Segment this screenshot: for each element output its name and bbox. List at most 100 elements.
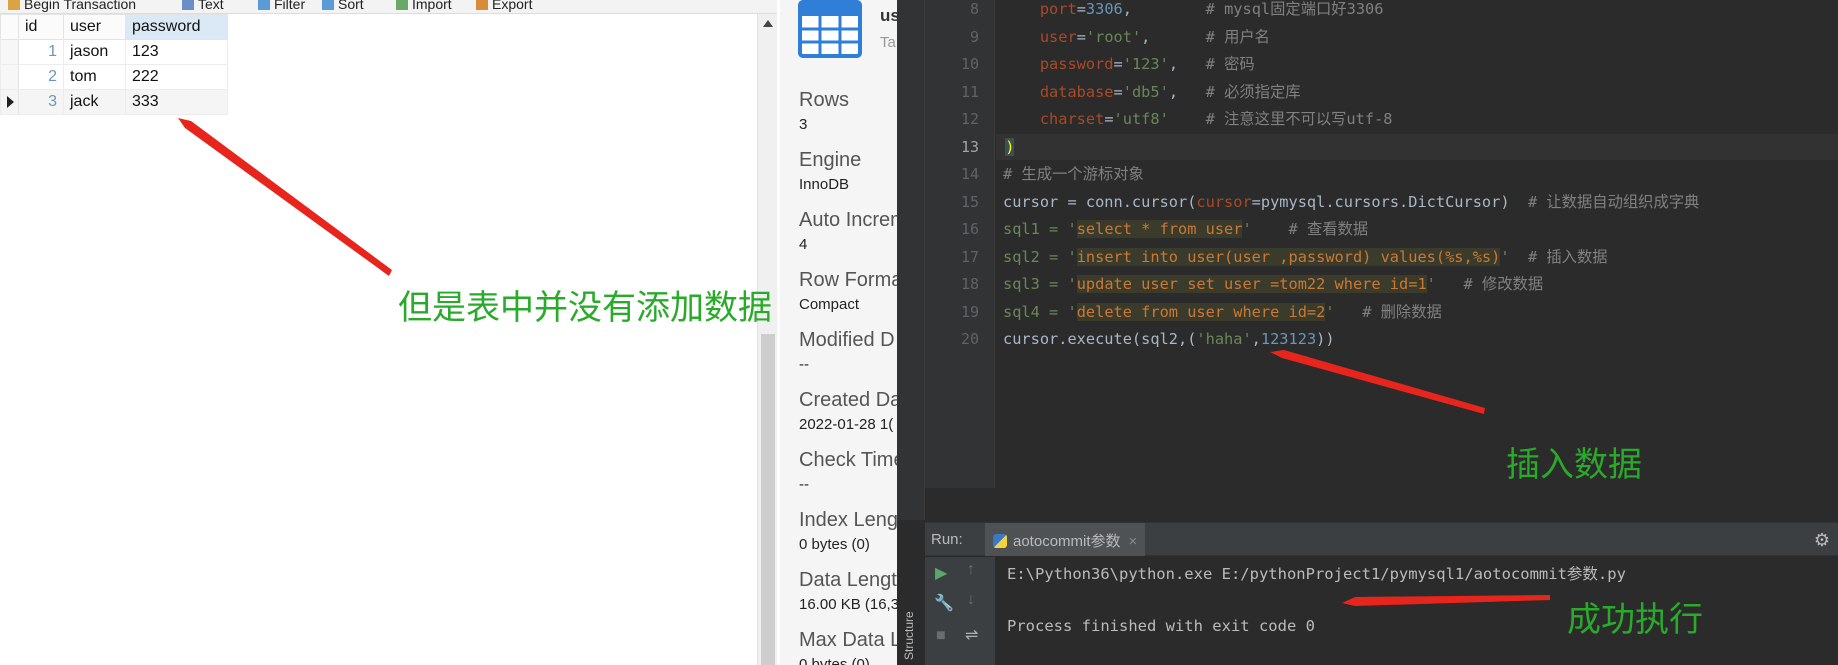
line-number-active: 13 [960, 138, 979, 156]
code-line: password='123', # 密码 [1039, 55, 1255, 73]
table-row-current[interactable]: 3 jack 333 [0, 89, 228, 115]
rerun-icon[interactable]: ▶ [935, 563, 947, 583]
cell-user[interactable]: tom [63, 64, 126, 90]
line-number: 12 [960, 110, 979, 128]
cell-password[interactable]: 333 [125, 89, 228, 115]
code-line: sql1 = 'select * from user' # 查看数据 [1003, 220, 1369, 238]
row-indicator [0, 89, 19, 115]
object-info-pane: us Ta Rows 3 Engine InnoDB Auto Increm 4… [780, 0, 900, 665]
sort-icon [322, 0, 334, 11]
console-line: Process finished with exit code 0 [1007, 617, 1315, 635]
run-panel-header: Run: aotocommit参数 × ⚙ [925, 522, 1838, 556]
arrow-down-icon[interactable]: ↓ [967, 591, 975, 609]
code-line: sql2 = 'insert into user(user ,password)… [1003, 248, 1608, 266]
stop-icon[interactable]: ■ [936, 627, 946, 645]
row-indicator [0, 64, 19, 90]
code-editor[interactable]: port=3306, # mysql固定端口好3306 user='root',… [996, 0, 1838, 488]
structure-tool-tab[interactable]: Structure [900, 580, 920, 660]
scroll-up-icon[interactable] [763, 20, 773, 27]
prop-value-rows: 3 [799, 116, 808, 133]
code-line-current: ) [996, 134, 1838, 160]
prop-label-engine: Engine [799, 149, 862, 171]
run-tab-aotocommit[interactable]: aotocommit参数 × [985, 523, 1146, 556]
filter-button[interactable]: Filter [258, 0, 305, 14]
prop-value-row-format: Compact [799, 296, 860, 313]
begin-transaction-button[interactable]: Begin Transaction [8, 0, 136, 14]
table-row[interactable]: 2 tom 222 [0, 64, 228, 90]
column-header-user[interactable]: user [63, 14, 126, 40]
prop-label-max-data-length: Max Data L [799, 629, 900, 651]
cell-id[interactable]: 3 [18, 89, 64, 115]
code-line: port=3306, # mysql固定端口好3306 [1039, 0, 1384, 18]
gear-icon[interactable]: ⚙ [1814, 530, 1830, 551]
prop-label-rows: Rows [799, 89, 850, 111]
prop-value-modified-date: -- [799, 356, 809, 373]
prop-value-auto-increment: 4 [799, 236, 808, 253]
annotation-no-data: 但是表中并没有添加数据 [398, 288, 772, 328]
line-number: 19 [960, 303, 979, 321]
run-toolbar: ▶ ↑ 🔧 ↓ ■ ⇌ [925, 557, 995, 665]
annotation-insert: 插入数据 [1506, 445, 1642, 485]
prop-value-engine: InnoDB [799, 176, 850, 193]
line-number: 18 [960, 275, 979, 293]
column-header-password[interactable]: password [125, 14, 228, 40]
wrench-icon[interactable]: 🔧 [934, 593, 954, 613]
line-number: 17 [960, 248, 979, 266]
prop-value-index-length: 0 bytes (0) [799, 536, 870, 553]
line-number: 9 [969, 28, 979, 46]
line-number: 10 [960, 55, 979, 73]
scrollbar-thumb[interactable] [761, 334, 775, 665]
column-header-id[interactable]: id [18, 14, 64, 40]
code-line: sql4 = 'delete from user where id=2' # 删… [1003, 303, 1442, 321]
ide-window: 8 9 10 11 12 13 14 15 16 17 18 19 20 por… [897, 0, 1838, 665]
line-number: 8 [969, 0, 979, 18]
ide-tool-strip [897, 0, 925, 520]
transaction-icon [8, 0, 20, 11]
code-line: cursor = conn.cursor(cursor=pymysql.curs… [1003, 193, 1700, 211]
line-number: 16 [960, 220, 979, 238]
code-line: charset='utf8' # 注意这里不可以写utf-8 [1039, 110, 1393, 128]
cell-user[interactable]: jason [63, 39, 126, 65]
annotation-success: 成功执行 [1567, 600, 1703, 640]
python-file-icon [993, 534, 1007, 548]
row-indicator [0, 39, 19, 65]
soft-wrap-icon[interactable]: ⇌ [965, 625, 978, 645]
prop-label-check-time: Check Time [799, 449, 900, 471]
cell-password[interactable]: 123 [125, 39, 228, 65]
prop-label-created-date: Created Dat [799, 389, 900, 411]
cell-user[interactable]: jack [63, 89, 126, 115]
console-output[interactable]: E:\Python36\python.exe E:/pythonProject1… [1007, 557, 1837, 665]
line-number: 20 [960, 330, 979, 348]
cell-id[interactable]: 2 [18, 64, 64, 90]
sort-button[interactable]: Sort [322, 0, 364, 14]
line-number: 14 [960, 165, 979, 183]
table-row[interactable]: 1 jason 123 [0, 39, 228, 65]
current-row-arrow-icon [7, 96, 14, 108]
table-icon [798, 0, 862, 58]
console-line: E:\Python36\python.exe E:/pythonProject1… [1007, 565, 1626, 583]
prop-label-data-length: Data Length [799, 569, 900, 591]
arrow-up-icon[interactable]: ↑ [967, 561, 975, 579]
text-button[interactable]: Text [182, 0, 224, 14]
line-number-gutter: 8 9 10 11 12 13 14 15 16 17 18 19 20 [925, 0, 995, 488]
filter-icon [258, 0, 270, 11]
cell-id[interactable]: 1 [18, 39, 64, 65]
code-line: # 生成一个游标对象 [1003, 165, 1144, 183]
row-indicator-header [0, 14, 19, 40]
code-line: sql3 = 'update user set user =tom22 wher… [1003, 275, 1544, 293]
run-label: Run: [931, 531, 963, 548]
object-type: Ta [880, 34, 896, 51]
close-tab-icon[interactable]: × [1129, 533, 1138, 550]
data-toolbar: Begin Transaction Text Filter Sort Impor… [0, 0, 777, 14]
text-icon [182, 0, 194, 11]
table-data-pane: Begin Transaction Text Filter Sort Impor… [0, 0, 777, 665]
vertical-scrollbar[interactable] [757, 14, 777, 665]
prop-value-check-time: -- [799, 476, 809, 493]
cell-password[interactable]: 222 [125, 64, 228, 90]
import-button[interactable]: Import [396, 0, 452, 14]
code-line: user='root', # 用户名 [1039, 28, 1270, 46]
export-button[interactable]: Export [476, 0, 532, 14]
prop-label-auto-increment: Auto Increm [799, 209, 900, 231]
code-line: database='db5', # 必须指定库 [1039, 83, 1301, 101]
line-number: 15 [960, 193, 979, 211]
